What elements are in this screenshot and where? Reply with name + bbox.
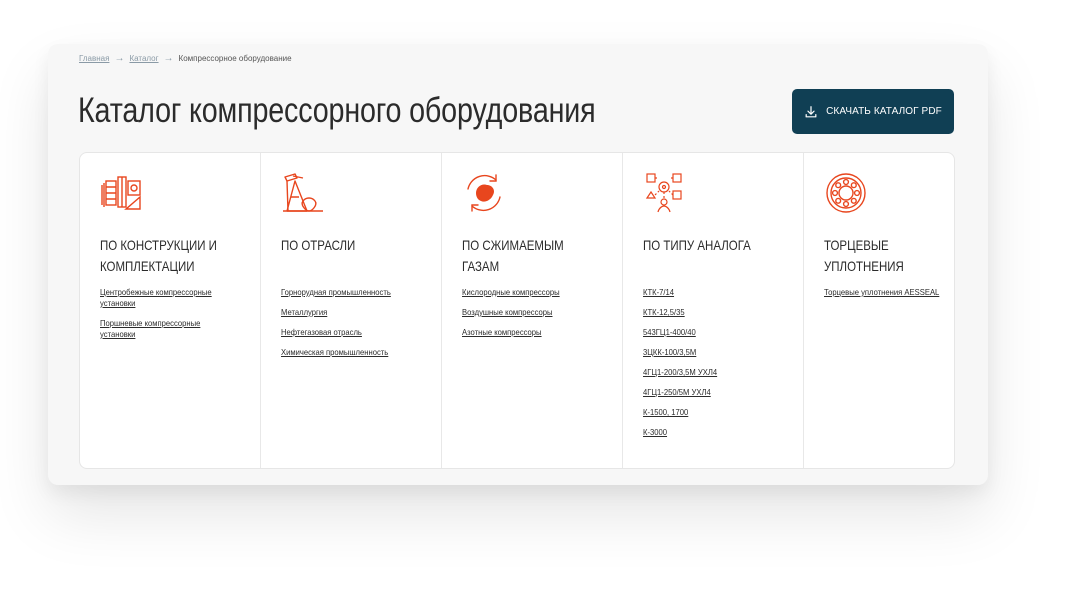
category-link[interactable]: 4ГЦ1-200/3,5М УХЛ4 (643, 367, 769, 378)
category-link[interactable]: Поршневые компрессорные установки (100, 318, 226, 340)
category-title: ТОРЦЕВЫЕ УПЛОТНЕНИЯ (824, 237, 904, 274)
category-link[interactable]: Азотные компрессоры (462, 327, 588, 338)
category-link[interactable]: 3ЦКК-100/3,5М (643, 347, 769, 358)
bearing-seal-icon (826, 173, 866, 213)
breadcrumb-current: Компрессорное оборудование (178, 54, 292, 63)
category-link[interactable]: КТК-7/14 (643, 287, 769, 298)
category-links: Центробежные компрессорные установки Пор… (100, 287, 260, 340)
category-gases: ПО СЖИМАЕМЫМ ГАЗАМ Кислородные компрессо… (442, 153, 623, 468)
breadcrumb-home-link[interactable]: Главная (79, 54, 109, 63)
category-link[interactable]: КТК-12,5/35 (643, 307, 769, 318)
category-link[interactable]: Торцевые уплотнения AESSEAL (824, 287, 950, 298)
category-grid: ПО КОНСТРУКЦИИ И КОМПЛЕКТАЦИИ Центробежн… (79, 152, 955, 469)
blueprint-equipment-icon (101, 176, 141, 210)
category-link[interactable]: Воздушные компрессоры (462, 307, 588, 318)
download-catalog-label: СКАЧАТЬ КАТАЛОГ PDF (826, 106, 942, 117)
category-link[interactable]: Кислородные компрессоры (462, 287, 588, 298)
breadcrumb-catalog-link[interactable]: Каталог (129, 54, 158, 63)
oil-pump-jack-icon (283, 173, 323, 212)
category-title: ПО КОНСТРУКЦИИ И КОМПЛЕКТАЦИИ (100, 237, 217, 274)
category-title: ПО ТИПУ АНАЛОГА (643, 237, 751, 253)
category-link[interactable]: Химическая промышленность (281, 347, 407, 358)
page-title: Каталог компрессорного оборудования (78, 91, 596, 130)
category-link[interactable]: Горнорудная промышленность (281, 287, 407, 298)
category-title: ПО ОТРАСЛИ (281, 237, 356, 253)
breadcrumb-separator-icon: → (114, 53, 125, 64)
download-icon (805, 105, 817, 117)
breadcrumb: Главная → Каталог → Компрессорное оборуд… (79, 53, 292, 64)
category-industry: ПО ОТРАСЛИ Горнорудная промышленность Ме… (261, 153, 442, 468)
analog-network-icon (645, 173, 682, 213)
breadcrumb-separator-icon: → (163, 53, 174, 64)
category-link[interactable]: Нефтегазовая отрасль (281, 327, 407, 338)
category-links: КТК-7/14 КТК-12,5/35 543ГЦ1-400/40 3ЦКК-… (643, 287, 803, 438)
category-link[interactable]: Центробежные компрессорные установки (100, 287, 226, 309)
category-link[interactable]: 543ГЦ1-400/40 (643, 327, 769, 338)
category-seals: ТОРЦЕВЫЕ УПЛОТНЕНИЯ Торцевые уплотнения … (804, 153, 954, 468)
catalog-card: Главная → Каталог → Компрессорное оборуд… (48, 44, 988, 485)
download-catalog-button[interactable]: СКАЧАТЬ КАТАЛОГ PDF (792, 89, 954, 134)
category-link[interactable]: Металлургия (281, 307, 407, 318)
category-links: Торцевые уплотнения AESSEAL (824, 287, 954, 298)
category-link[interactable]: 4ГЦ1-250/5М УХЛ4 (643, 387, 769, 398)
gas-cycle-icon (467, 174, 501, 212)
category-construction: ПО КОНСТРУКЦИИ И КОМПЛЕКТАЦИИ Центробежн… (80, 153, 261, 468)
category-link[interactable]: К-1500, 1700 (643, 407, 769, 418)
category-title: ПО СЖИМАЕМЫМ ГАЗАМ (462, 237, 564, 274)
category-links: Кислородные компрессоры Воздушные компре… (462, 287, 622, 338)
category-links: Горнорудная промышленность Металлургия Н… (281, 287, 441, 358)
category-analog: ПО ТИПУ АНАЛОГА КТК-7/14 КТК-12,5/35 543… (623, 153, 804, 468)
category-link[interactable]: К-3000 (643, 427, 769, 438)
